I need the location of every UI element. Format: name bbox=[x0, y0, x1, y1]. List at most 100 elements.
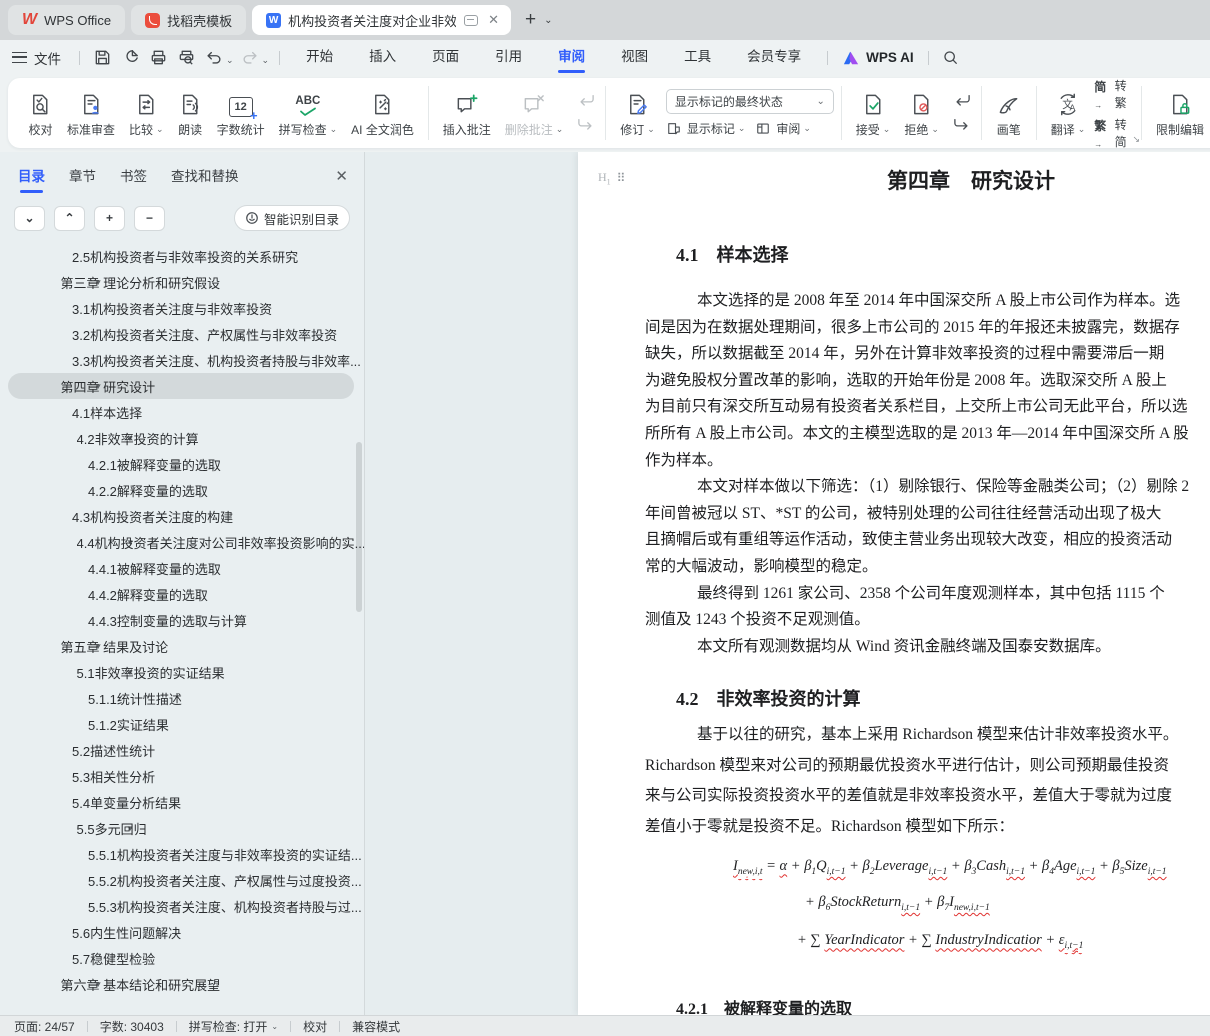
translate-button[interactable]: 文A 翻译 ⌄ bbox=[1044, 85, 1093, 142]
more-commands-chevron-icon[interactable]: ⌄ bbox=[262, 55, 270, 66]
traditional-to-simplified-button[interactable]: 繁 转简 bbox=[1094, 116, 1134, 150]
standard-review-button[interactable]: 标准审查 bbox=[60, 85, 122, 142]
menu-item-工具[interactable]: 工具 bbox=[674, 40, 721, 75]
toc-item[interactable]: 4.4.1被解释变量的选取 bbox=[0, 555, 364, 581]
menu-item-审阅[interactable]: 审阅 bbox=[548, 40, 595, 75]
previous-change-button[interactable] bbox=[950, 91, 974, 111]
redo-button[interactable] bbox=[237, 46, 263, 70]
toc-item[interactable]: ▾ 4.2非效率投资的计算 bbox=[0, 425, 364, 451]
spellcheck-toggle[interactable]: 拼写检查: 打开 ⌄ bbox=[189, 1018, 278, 1035]
toc-item[interactable]: ▾ 第四章 研究设计 bbox=[0, 373, 364, 399]
menu-item-引用[interactable]: 引用 bbox=[485, 40, 532, 75]
restrict-editing-button[interactable]: 限制编辑 bbox=[1149, 85, 1210, 142]
track-changes-button[interactable]: 修订 ⌄ bbox=[613, 85, 662, 142]
reject-changes-button[interactable]: 拒绝 ⌄ bbox=[897, 85, 946, 142]
proofread-status-button[interactable]: 校对 bbox=[303, 1018, 327, 1035]
compare-button[interactable]: 比较 ⌄ bbox=[122, 85, 171, 142]
sidebar-tab-目录[interactable]: 目录 bbox=[18, 165, 45, 193]
toc-item[interactable]: 5.4单变量分析结果 bbox=[0, 789, 364, 815]
toc-item[interactable]: 5.3相关性分析 bbox=[0, 763, 364, 789]
toc-item[interactable]: 4.4.2解释变量的选取 bbox=[0, 581, 364, 607]
menu-item-会员专享[interactable]: 会员专享 bbox=[737, 40, 811, 75]
sidebar-tab-书签[interactable]: 书签 bbox=[120, 165, 147, 193]
simplified-to-traditional-button[interactable]: 简 转繁 bbox=[1094, 77, 1134, 111]
show-marks-button[interactable]: 显示标记 ⌄ bbox=[666, 120, 745, 137]
zoom-in-toc-button[interactable]: + bbox=[94, 205, 125, 231]
previous-comment-button[interactable] bbox=[574, 91, 598, 111]
word-count-indicator[interactable]: 字数: 30403 bbox=[100, 1018, 164, 1035]
toc-item[interactable]: 5.1.2实证结果 bbox=[0, 711, 364, 737]
toc-item-label: 第三章 理论分析和研究假设 bbox=[60, 275, 221, 291]
tab-docer-templates[interactable]: 找稻壳模板 bbox=[131, 5, 247, 35]
toc-item[interactable]: 4.2.1被解释变量的选取 bbox=[0, 451, 364, 477]
close-sidebar-icon[interactable]: ✕ bbox=[335, 167, 348, 191]
toc-item[interactable]: 5.5.2机构投资者关注度、产权属性与过度投资... bbox=[0, 867, 364, 893]
word-count-button[interactable]: 12 + 字数统计 bbox=[210, 85, 272, 142]
close-tab-icon[interactable]: ✕ bbox=[484, 12, 503, 28]
toc-item[interactable]: 2.5机构投资者与非效率投资的关系研究 bbox=[0, 243, 364, 269]
toc-item[interactable]: 3.1机构投资者关注度与非效率投资 bbox=[0, 295, 364, 321]
print-preview-button[interactable] bbox=[173, 46, 199, 70]
section-heading: 4.2 非效率投资的计算 bbox=[676, 689, 861, 710]
toc-item[interactable]: 5.1.1统计性描述 bbox=[0, 685, 364, 711]
print-button[interactable] bbox=[145, 46, 171, 70]
toc-item[interactable]: 4.2.2解释变量的选取 bbox=[0, 477, 364, 503]
toc-item[interactable]: ▾ 5.5多元回归 bbox=[0, 815, 364, 841]
undo-button[interactable] bbox=[201, 46, 227, 70]
insert-comment-button[interactable]: 插入批注 bbox=[436, 85, 498, 142]
read-aloud-button[interactable]: 朗读 bbox=[171, 85, 210, 142]
wps-ai-button[interactable]: WPS AI bbox=[842, 50, 914, 66]
toc-item-label: 5.2描述性统计 bbox=[72, 743, 156, 759]
toc-item[interactable]: ▾ 第三章 理论分析和研究假设 bbox=[0, 269, 364, 295]
save-button[interactable] bbox=[89, 46, 115, 70]
sidebar-scrollbar[interactable] bbox=[356, 442, 362, 612]
next-comment-button[interactable] bbox=[574, 115, 598, 135]
smart-toc-icon bbox=[246, 212, 258, 224]
menu-item-开始[interactable]: 开始 bbox=[296, 40, 343, 75]
tab-wps-home[interactable]: W WPS Office bbox=[8, 5, 126, 35]
collapse-all-button[interactable]: ⌃ bbox=[54, 205, 85, 231]
menu-item-视图[interactable]: 视图 bbox=[611, 40, 658, 75]
pen-annotate-button[interactable]: 画笔 bbox=[989, 85, 1029, 142]
toc-item[interactable]: 4.1样本选择 bbox=[0, 399, 364, 425]
tab-current-document[interactable]: W 机构投资者关注度对企业非效... ✕ bbox=[252, 5, 511, 35]
toc-item[interactable]: ▾ 第六章 基本结论和研究展望 bbox=[0, 971, 364, 997]
toc-item[interactable]: ▾ 4.4机构投资者关注度对公司非效率投资影响的实... bbox=[0, 529, 364, 555]
toc-item[interactable]: 5.5.3机构投资者关注度、机构投资者持股与过... bbox=[0, 893, 364, 919]
toc-item-label: 4.2.1被解释变量的选取 bbox=[88, 457, 221, 473]
toc-item[interactable]: ▾ 5.1非效率投资的实证结果 bbox=[0, 659, 364, 685]
smart-toc-button[interactable]: 智能识别目录 bbox=[233, 205, 350, 231]
proofread-button[interactable]: 校对 bbox=[21, 85, 60, 142]
accept-changes-button[interactable]: 接受 ⌄ bbox=[849, 85, 898, 142]
toc-item[interactable]: 4.3机构投资者关注度的构建 bbox=[0, 503, 364, 529]
menu-item-页面[interactable]: 页面 bbox=[422, 40, 469, 75]
toc-item[interactable]: 5.7稳健型检验 bbox=[0, 945, 364, 971]
drag-handle-icon[interactable]: ⠿ bbox=[617, 171, 626, 185]
delete-comment-button[interactable]: 删除批注 ⌄ bbox=[498, 85, 571, 142]
toc-item[interactable]: 5.5.1机构投资者关注度与非效率投资的实证结... bbox=[0, 841, 364, 867]
sidebar-tab-查找和替换[interactable]: 查找和替换 bbox=[171, 165, 239, 193]
toc-item[interactable]: 3.2机构投资者关注度、产权属性与非效率投资 bbox=[0, 321, 364, 347]
document-page[interactable]: H1 ⠿ 第四章 研究设计 4.1 样本选择 本文选择的是 2008 年至 2014… bbox=[578, 152, 1210, 1015]
toc-item[interactable]: ▾ 第五章 结果及讨论 bbox=[0, 633, 364, 659]
sidebar-tab-章节[interactable]: 章节 bbox=[69, 165, 96, 193]
file-menu-button[interactable]: 文件 bbox=[12, 48, 61, 68]
toc-item[interactable]: 4.4.3控制变量的选取与计算 bbox=[0, 607, 364, 633]
ai-polish-button[interactable]: AI 全文润色 bbox=[344, 85, 421, 142]
search-icon[interactable] bbox=[938, 46, 964, 70]
new-tab-button[interactable]: + bbox=[525, 9, 536, 31]
undo-history-chevron-icon[interactable]: ⌄ bbox=[226, 55, 234, 66]
export-pdf-button[interactable] bbox=[117, 46, 143, 70]
tab-list-chevron-icon[interactable]: ⌄ bbox=[544, 15, 552, 26]
toc-item[interactable]: 5.6内生性问题解决 bbox=[0, 919, 364, 945]
toc-item[interactable]: 5.2描述性统计 bbox=[0, 737, 364, 763]
toc-item[interactable]: 3.3机构投资者关注度、机构投资者持股与非效率... bbox=[0, 347, 364, 373]
expand-all-button[interactable]: ⌄ bbox=[14, 205, 45, 231]
spell-check-button[interactable]: ABC 拼写检查 ⌄ bbox=[272, 85, 345, 142]
zoom-out-toc-button[interactable]: − bbox=[134, 205, 165, 231]
ribbon-collapse-icon[interactable]: ↘ bbox=[1132, 134, 1140, 145]
menu-item-插入[interactable]: 插入 bbox=[359, 40, 406, 75]
marks-state-dropdown[interactable]: 显示标记的最终状态 ⌄ bbox=[665, 89, 834, 114]
review-pane-button[interactable]: 审阅 ⌄ bbox=[755, 120, 811, 137]
next-change-button[interactable] bbox=[950, 115, 974, 135]
